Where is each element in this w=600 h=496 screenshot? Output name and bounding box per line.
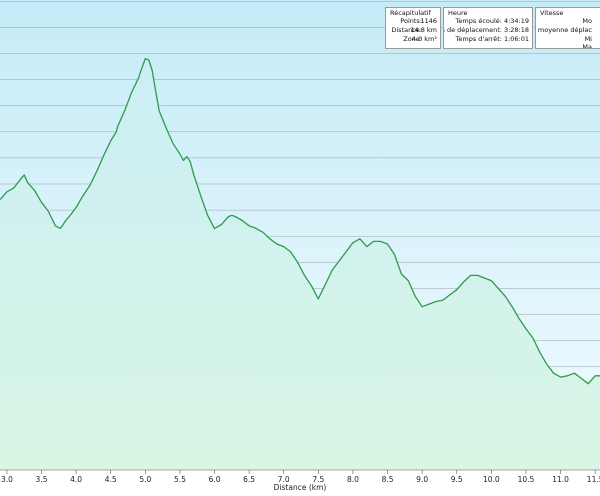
x-axis-title: Distance (km) (274, 483, 327, 492)
speed-row-moving-average: Vitesse moyenne déplac (536, 26, 600, 34)
x-tick-label: 5.5 (174, 475, 186, 484)
speed-panel: Vitesse Mo Vitesse moyenne déplac Mi Ma (535, 7, 600, 49)
x-tick-label: 6.5 (243, 475, 255, 484)
speed-title: Vitesse (540, 9, 564, 17)
x-tick-label: 10.5 (518, 475, 535, 484)
elapsed-label: Temps écoulé: (455, 17, 502, 25)
summary-row-distance: Distance: 14.8 km (386, 26, 440, 34)
moving-value: 3:28:18 (503, 26, 529, 34)
x-tick-label: 11.0 (552, 475, 569, 484)
x-tick-label: 3.5 (36, 475, 48, 484)
moving-average-speed-label: Vitesse moyenne déplac (536, 26, 592, 34)
speed-row-max: Ma (536, 43, 600, 49)
x-tick-label: 11.5 (587, 475, 600, 484)
max-speed-label: Ma (582, 43, 592, 49)
stopped-value: 1:06:01 (503, 35, 529, 43)
points-value: 1146 (420, 17, 437, 25)
speed-row-min: Mi (536, 35, 600, 43)
time-row-stopped: Temps d'arrêt: 1:06:01 (444, 35, 532, 43)
x-tick-label: 8.0 (347, 475, 359, 484)
min-speed-label: Mi (584, 35, 592, 43)
x-tick-label: 9.5 (451, 475, 463, 484)
time-row-elapsed: Temps écoulé: 4:34:19 (444, 17, 532, 25)
summary-panel: Récapitulatif Points: 1146 Distance: 14.… (385, 7, 441, 49)
x-tick-label: 4.0 (70, 475, 82, 484)
x-tick-label: 9.0 (416, 475, 428, 484)
points-label: Points: (400, 17, 422, 25)
zone-value: 4.0 km² (411, 35, 437, 43)
x-axis-ticks: 3.0 3.5 4.0 4.5 5.0 5.5 6.0 6.5 7.0 7.5 8.0 8.5 9.0 9… (1, 470, 600, 484)
time-row-moving: Temps de déplacement: 3:28:18 (444, 26, 532, 34)
time-panel: Heure Temps écoulé: 4:34:19 Temps de dép… (443, 7, 533, 49)
x-tick-label: 5.0 (139, 475, 151, 484)
speed-row-average: Mo (536, 17, 600, 25)
x-tick-label: 8.5 (382, 475, 394, 484)
elapsed-value: 4:34:19 (503, 17, 529, 25)
stopped-label: Temps d'arrêt: (455, 35, 503, 43)
summary-title: Récapitulatif (390, 9, 431, 17)
x-tick-label: 4.5 (105, 475, 117, 484)
x-tick-label: 6.0 (209, 475, 221, 484)
average-speed-label: Mo (582, 17, 592, 25)
summary-row-points: Points: 1146 (386, 17, 440, 25)
distance-value: 14.8 km (410, 26, 437, 34)
x-tick-label: 3.0 (1, 475, 13, 484)
time-title: Heure (448, 9, 468, 17)
moving-label: Temps de déplacement: (444, 26, 502, 34)
x-tick-label: 10.0 (483, 475, 500, 484)
summary-row-zone: Zone: 4.0 km² (386, 35, 440, 43)
elevation-chart: 3.0 3.5 4.0 4.5 5.0 5.5 6.0 6.5 7.0 7.5 8.0 8.5 9.0 9… (0, 0, 600, 492)
